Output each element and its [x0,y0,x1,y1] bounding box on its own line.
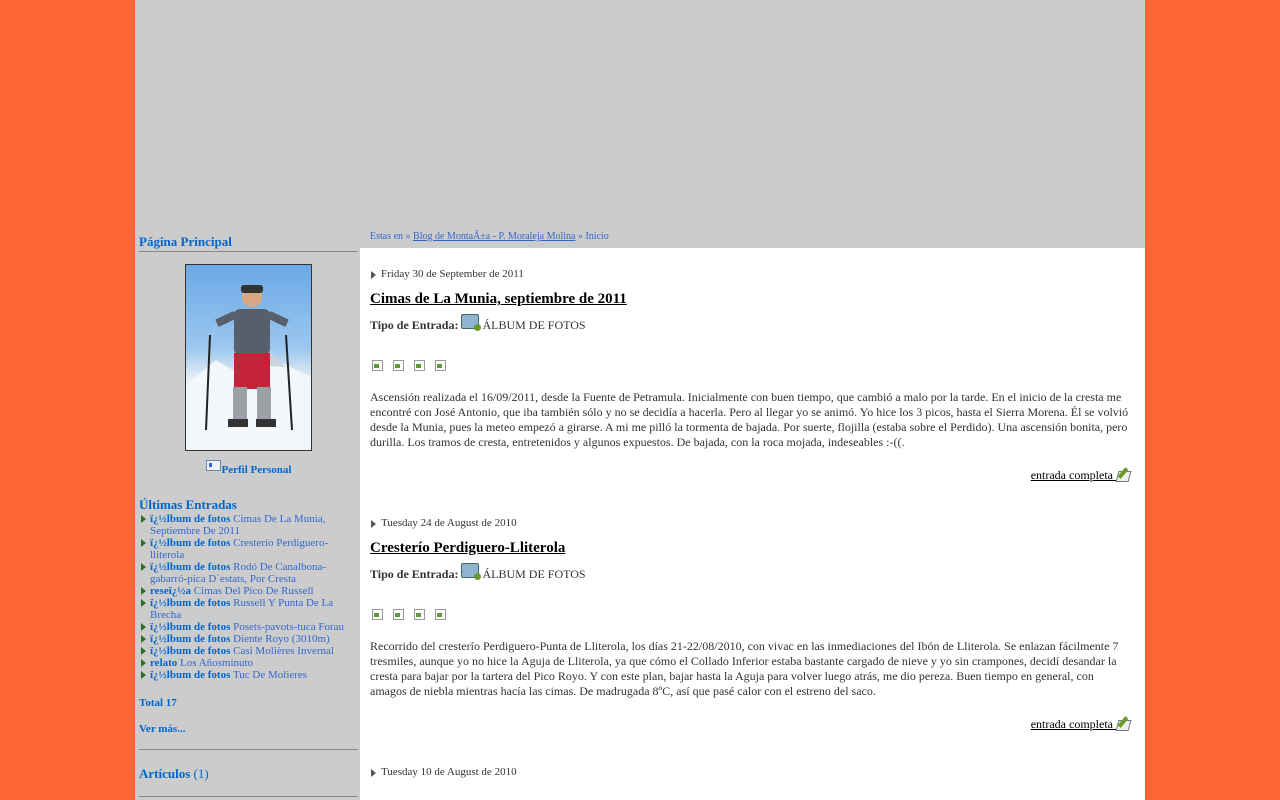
entry-title[interactable]: Los Añosminuto [180,657,253,669]
photo-album-icon [461,314,482,331]
broken-image-icon[interactable] [412,358,426,372]
full-entry-label: entrada completa [1030,468,1113,482]
broken-image-icon[interactable] [433,607,447,621]
list-item[interactable]: relato Los Añosminuto [139,657,358,669]
entry-title[interactable]: Posets-pavots-tuca Forau [233,621,344,633]
broken-image-icon[interactable] [370,607,384,621]
mountaineer-photo-icon [186,285,311,450]
broken-image-icon[interactable] [391,358,405,372]
profile-link[interactable]: Perfil Personal [139,460,358,476]
blog-post: Friday 30 de September de 2011 Cimas de … [370,268,1130,483]
post-date: Tuesday 10 de August de 2010 [370,766,1130,778]
entry-kind: ï¿½lbum de fotos [150,597,231,609]
pencil-icon [1116,467,1130,481]
list-item[interactable]: ï¿½lbum de fotos Rodó De Canalbona-gabar… [139,561,358,585]
profile-card-icon [205,460,221,471]
list-item[interactable]: ï¿½lbum de fotos Cresterío Perdiguero-ll… [139,537,358,561]
see-more-link[interactable]: Ver más... [139,723,358,735]
breadcrumb-blog-link[interactable]: Blog de MontaÃ±a - P. Moraleja Molina [413,231,575,242]
entry-kind: reseï¿½a [150,585,192,597]
entry-title[interactable]: Tuc De Molieres [233,669,307,681]
pencil-icon [1116,716,1130,730]
list-item[interactable]: ï¿½lbum de fotos Cimas De La Munia, Sept… [139,513,358,537]
profile-photo-wrap [139,264,358,456]
blog-post: Tuesday 10 de August de 2010 [370,766,1130,778]
sidebar-divider [139,749,358,750]
sidebar: Página Principal Perfil Personal Últimas… [139,234,358,797]
entries-total: Total 17 [139,697,177,709]
entry-title[interactable]: Cimas Del Pico De Russell [194,585,314,597]
broken-image-icon[interactable] [391,607,405,621]
broken-image-icon[interactable] [370,358,384,372]
main-content: Friday 30 de September de 2011 Cimas de … [360,248,1145,800]
breadcrumb-separator: » [577,231,583,242]
full-entry-link[interactable]: entrada completa [1031,717,1130,731]
latest-entries-title: Últimas Entradas [139,497,237,512]
list-item[interactable]: ï¿½lbum de fotos Posets-pavots-tuca Fora… [139,621,358,633]
entry-kind: ï¿½lbum de fotos [150,621,231,633]
full-entry-row: entrada completa [370,467,1130,483]
full-entry-link[interactable]: entrada completa [1031,468,1130,482]
entry-kind: ï¿½lbum de fotos [150,669,231,681]
list-item[interactable]: ï¿½lbum de fotos Russell Y Punta De La B… [139,597,358,621]
full-entry-label: entrada completa [1030,717,1113,731]
breadcrumb: Estas en » Blog de MontaÃ±a - P. Moralej… [370,231,609,242]
post-date: Tuesday 24 de August de 2010 [370,517,1130,529]
breadcrumb-prefix: Estas en » [370,231,411,242]
breadcrumb-current: Inicio [585,231,609,242]
profile-link-label: Perfil Personal [221,464,292,476]
entry-kind: ï¿½lbum de fotos [150,513,231,525]
sidebar-divider [139,796,358,797]
post-type-label: Tipo de Entrada: [370,318,459,332]
post-thumbnails [370,358,1130,376]
entry-title[interactable]: Casi Molières Invernal [233,645,334,657]
post-type-value: ÁLBUM DE FOTOS [482,318,586,332]
articles-count: (1) [193,766,209,781]
photo-album-icon [461,563,482,580]
broken-image-icon[interactable] [433,358,447,372]
profile-photo [185,264,312,451]
entry-kind: ï¿½lbum de fotos [150,537,231,549]
entry-kind: relato [150,657,178,669]
entry-kind: ï¿½lbum de fotos [150,561,231,573]
post-title[interactable]: Cimas de La Munia, septiembre de 2011 [370,291,1130,308]
post-body: Ascensión realizada el 16/09/2011, desde… [370,390,1129,449]
list-item[interactable]: reseï¿½a Cimas Del Pico De Russell [139,585,358,597]
articles-label: Artículos [139,766,191,781]
post-type-label: Tipo de Entrada: [370,567,459,581]
post-title[interactable]: Cresterío Perdiguero-Lliterola [370,540,1130,557]
entry-title[interactable]: Diente Royo (3010m) [233,633,330,645]
entry-kind: ï¿½lbum de fotos [150,633,231,645]
full-entry-row: entrada completa [370,716,1130,732]
articles-section[interactable]: Artículos (1) [139,766,358,782]
list-item[interactable]: ï¿½lbum de fotos Tuc De Molieres [139,669,358,681]
post-body: Recorrido del cresterío Perdiguero-Punta… [370,639,1119,698]
post-type-value: ÁLBUM DE FOTOS [482,567,586,581]
broken-image-icon[interactable] [412,607,426,621]
post-type: Tipo de Entrada: ÁLBUM DE FOTOS [370,563,1130,582]
post-thumbnails [370,607,1130,625]
list-item[interactable]: ï¿½lbum de fotos Casi Molières Invernal [139,645,358,657]
main-page-title[interactable]: Página Principal [139,234,358,252]
page-container: Página Principal Perfil Personal Últimas… [135,0,1145,800]
list-item[interactable]: ï¿½lbum de fotos Diente Royo (3010m) [139,633,358,645]
post-date: Friday 30 de September de 2011 [370,268,1130,280]
latest-entries-list: ï¿½lbum de fotos Cimas De La Munia, Sept… [139,513,358,681]
blog-post: Tuesday 24 de August de 2010 Cresterío P… [370,517,1130,732]
post-type: Tipo de Entrada: ÁLBUM DE FOTOS [370,314,1130,333]
entry-kind: ï¿½lbum de fotos [150,645,231,657]
